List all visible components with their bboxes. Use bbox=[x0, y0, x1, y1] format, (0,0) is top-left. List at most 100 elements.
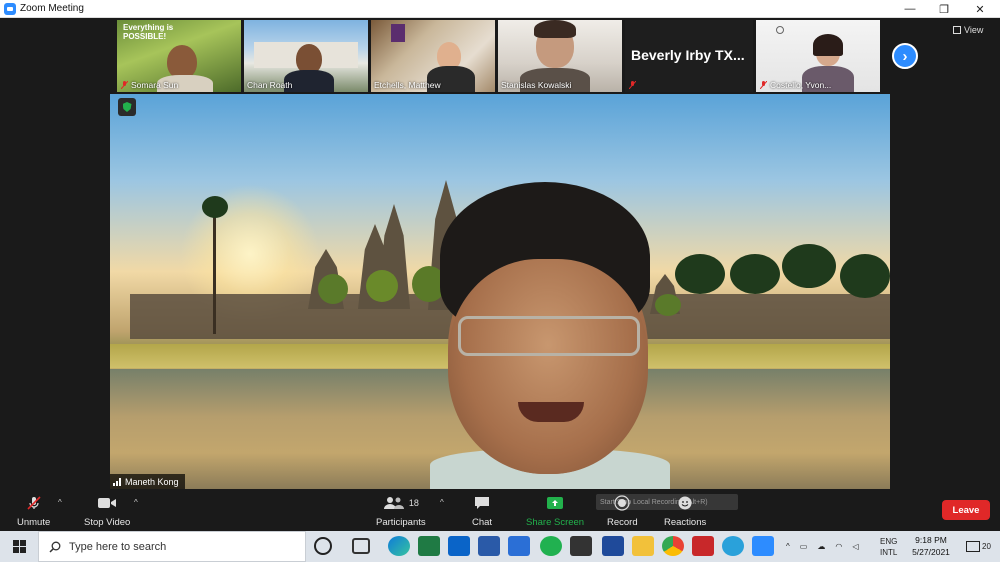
speaker-glasses bbox=[458, 316, 640, 356]
search-icon bbox=[49, 541, 61, 553]
muted-mic-icon bbox=[26, 495, 42, 511]
restore-button[interactable]: ❐ bbox=[926, 0, 962, 18]
muted-mic-icon bbox=[760, 81, 767, 89]
action-center-button[interactable]: 20 bbox=[966, 531, 991, 562]
volume-icon[interactable]: ◁ bbox=[852, 542, 858, 551]
chat-button[interactable]: Chat bbox=[472, 495, 492, 528]
wall-clock bbox=[776, 26, 784, 34]
stop-video-label: Stop Video bbox=[84, 517, 131, 528]
record-label: Record bbox=[607, 517, 638, 528]
close-button[interactable]: ✕ bbox=[962, 0, 998, 18]
unmute-label: Unmute bbox=[17, 517, 51, 528]
mail-icon[interactable] bbox=[508, 536, 530, 556]
participant-name: Chan Roath bbox=[247, 80, 293, 90]
view-button[interactable]: View bbox=[953, 25, 983, 35]
participant-name-large: Beverly Irby TX... bbox=[631, 47, 745, 63]
smiley-icon bbox=[677, 495, 693, 511]
participant-name: Somara Sun bbox=[131, 80, 179, 90]
participant-tile[interactable]: Costello, Yvon... bbox=[756, 20, 880, 92]
share-screen-label: Share Screen bbox=[526, 517, 585, 528]
palm-crown bbox=[202, 196, 228, 218]
zoom-taskbar-icon[interactable] bbox=[752, 536, 774, 556]
leave-button[interactable]: Leave bbox=[942, 500, 990, 520]
acrobat-icon[interactable] bbox=[692, 536, 714, 556]
speaker-face-overlay bbox=[448, 259, 648, 474]
edge-icon[interactable] bbox=[388, 536, 410, 556]
participant-name: Costello, Yvon... bbox=[770, 80, 832, 90]
taskbar-search-box[interactable]: Type here to search bbox=[38, 531, 306, 562]
share-screen-icon bbox=[546, 495, 564, 511]
palm-crown bbox=[782, 244, 836, 288]
camera-app-icon[interactable] bbox=[570, 536, 592, 556]
chat-bubble-icon bbox=[474, 495, 490, 511]
muted-mic-icon bbox=[629, 81, 636, 89]
share-screen-button[interactable]: Share Screen bbox=[526, 495, 584, 528]
active-speaker-video[interactable] bbox=[110, 94, 890, 489]
unmute-button[interactable]: Unmute bbox=[17, 495, 50, 528]
notification-count: 20 bbox=[982, 542, 991, 551]
shield-icon[interactable] bbox=[118, 98, 136, 116]
reactions-label: Reactions bbox=[664, 517, 707, 528]
clock-date: 5/27/2021 bbox=[912, 547, 950, 557]
participant-tile[interactable]: Beverly Irby TX... bbox=[625, 20, 753, 92]
keyboard-layout: INTL bbox=[880, 547, 898, 557]
gallery-strip: Everything is POSSIBLE! Somara Sun Chan R… bbox=[117, 20, 880, 92]
wall-sign bbox=[391, 24, 405, 42]
palm-crown bbox=[675, 254, 725, 294]
stop-video-button[interactable]: Stop Video bbox=[84, 495, 130, 528]
cortana-icon[interactable] bbox=[314, 537, 332, 555]
participant-tile[interactable]: Stanislas Kowalski bbox=[498, 20, 622, 92]
reactions-button[interactable]: Reactions bbox=[664, 495, 706, 528]
clock-time: 9:18 PM bbox=[915, 535, 947, 545]
windows-taskbar: Type here to search ^ ▭ ☁ ◠ ◁ ENG INTL 9… bbox=[0, 531, 1000, 562]
participant-face bbox=[167, 45, 197, 79]
audio-options-caret-icon[interactable]: ^ bbox=[58, 498, 62, 507]
excel-icon[interactable] bbox=[418, 536, 440, 556]
participant-tile[interactable]: Everything is POSSIBLE! Somara Sun bbox=[117, 20, 241, 92]
start-button[interactable] bbox=[0, 531, 38, 562]
video-camera-icon bbox=[97, 495, 117, 511]
photos-icon[interactable] bbox=[602, 536, 624, 556]
file-explorer-icon[interactable] bbox=[632, 536, 654, 556]
video-options-caret-icon[interactable]: ^ bbox=[134, 498, 138, 507]
task-view-icon[interactable] bbox=[352, 538, 370, 554]
participant-tile[interactable]: Etchells, Matthew bbox=[371, 20, 495, 92]
participants-icon: 18 bbox=[383, 495, 419, 511]
outlook-icon[interactable] bbox=[448, 536, 470, 556]
notification-icon bbox=[966, 541, 980, 552]
tree bbox=[366, 270, 398, 302]
system-tray: ^ ▭ ☁ ◠ ◁ bbox=[786, 531, 858, 562]
tile-caption: Everything is POSSIBLE! bbox=[123, 23, 173, 41]
caption-line: Everything is bbox=[123, 23, 174, 32]
participant-hair bbox=[813, 34, 843, 56]
wifi-icon[interactable]: ◠ bbox=[835, 542, 842, 551]
input-language[interactable]: ENG INTL bbox=[880, 531, 897, 562]
tree bbox=[318, 274, 348, 304]
palm-crown bbox=[730, 254, 780, 294]
line-icon[interactable] bbox=[540, 536, 562, 556]
next-page-button[interactable]: › bbox=[892, 43, 918, 69]
caption-line: POSSIBLE! bbox=[123, 32, 167, 41]
minimize-button[interactable]: — bbox=[892, 0, 928, 18]
battery-icon[interactable]: ▭ bbox=[800, 542, 808, 551]
participants-button[interactable]: 18 Participants bbox=[376, 495, 426, 528]
participant-hair bbox=[534, 20, 576, 38]
signal-bars-icon bbox=[113, 477, 121, 486]
palm-crown bbox=[840, 254, 890, 298]
taskbar-clock[interactable]: 9:18 PM 5/27/2021 bbox=[906, 534, 956, 558]
telegram-icon[interactable] bbox=[722, 536, 744, 556]
participant-tile[interactable]: Chan Roath bbox=[244, 20, 368, 92]
show-hidden-icons-icon[interactable]: ^ bbox=[786, 542, 790, 551]
participants-caret-icon[interactable]: ^ bbox=[440, 498, 444, 507]
window-title: Zoom Meeting bbox=[20, 3, 84, 14]
chrome-icon[interactable] bbox=[662, 536, 684, 556]
speaker-mouth bbox=[518, 402, 584, 422]
zoom-logo-icon bbox=[4, 2, 16, 15]
palm-trunk bbox=[213, 214, 216, 334]
speaker-name-label: Maneth Kong bbox=[110, 474, 185, 489]
word-icon[interactable] bbox=[478, 536, 500, 556]
cloud-icon[interactable]: ☁ bbox=[817, 542, 825, 551]
participant-name: Etchells, Matthew bbox=[374, 80, 441, 90]
search-placeholder: Type here to search bbox=[69, 540, 167, 553]
record-button[interactable]: Record bbox=[607, 495, 638, 528]
